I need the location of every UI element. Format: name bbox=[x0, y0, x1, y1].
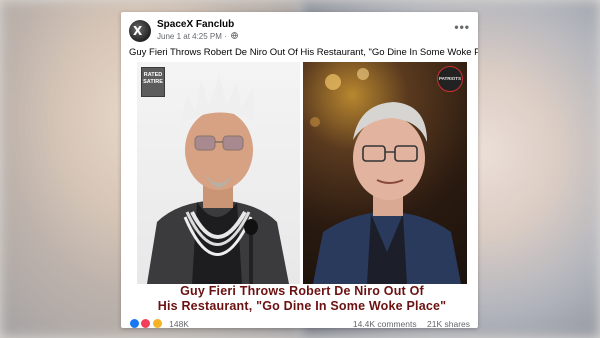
post-footer: 148K 14.4K comments 21K shares bbox=[129, 318, 470, 328]
haha-icon bbox=[151, 318, 163, 328]
headline-line-2: His Restaurant, "Go Dine In Some Woke Pl… bbox=[157, 299, 447, 313]
love-icon bbox=[140, 318, 152, 328]
reactions-summary[interactable]: 148K bbox=[129, 318, 189, 328]
avatar[interactable]: X bbox=[129, 20, 151, 42]
facebook-post-card: X SpaceX Fanclub June 1 at 4:25 PM · •••… bbox=[121, 12, 478, 328]
post-header: X SpaceX Fanclub June 1 at 4:25 PM · ••• bbox=[129, 18, 470, 44]
meta-separator: · bbox=[224, 32, 227, 41]
headline-line-1: Guy Fieri Throws Robert De Niro Out Of bbox=[180, 284, 424, 298]
image-headline: Guy Fieri Throws Robert De Niro Out Of H… bbox=[137, 284, 467, 315]
page-name[interactable]: SpaceX Fanclub bbox=[157, 19, 234, 30]
comments-count[interactable]: 14.4K comments bbox=[353, 319, 417, 328]
reaction-count: 148K bbox=[169, 318, 189, 328]
spacex-logo-icon: X bbox=[133, 24, 143, 38]
globe-icon bbox=[231, 32, 239, 41]
post-image[interactable]: RATED SATIRE PATRIOTS Guy Fieri Throws R… bbox=[137, 62, 467, 315]
engagement-stats: 14.4K comments 21K shares bbox=[353, 319, 470, 328]
post-caption: Guy Fieri Throws Robert De Niro Out Of H… bbox=[129, 47, 478, 58]
post-meta: June 1 at 4:25 PM · bbox=[157, 32, 239, 41]
shares-count[interactable]: 21K shares bbox=[427, 319, 470, 328]
like-icon bbox=[129, 318, 140, 328]
post-timestamp[interactable]: June 1 at 4:25 PM bbox=[157, 32, 222, 41]
photo-guy-fieri: RATED SATIRE bbox=[137, 62, 300, 284]
more-options-icon[interactable]: ••• bbox=[454, 20, 470, 34]
patriots-logo-badge: PATRIOTS bbox=[437, 66, 463, 92]
rated-satire-badge: RATED SATIRE bbox=[141, 67, 165, 97]
photo-robert-de-niro: PATRIOTS bbox=[303, 62, 467, 284]
